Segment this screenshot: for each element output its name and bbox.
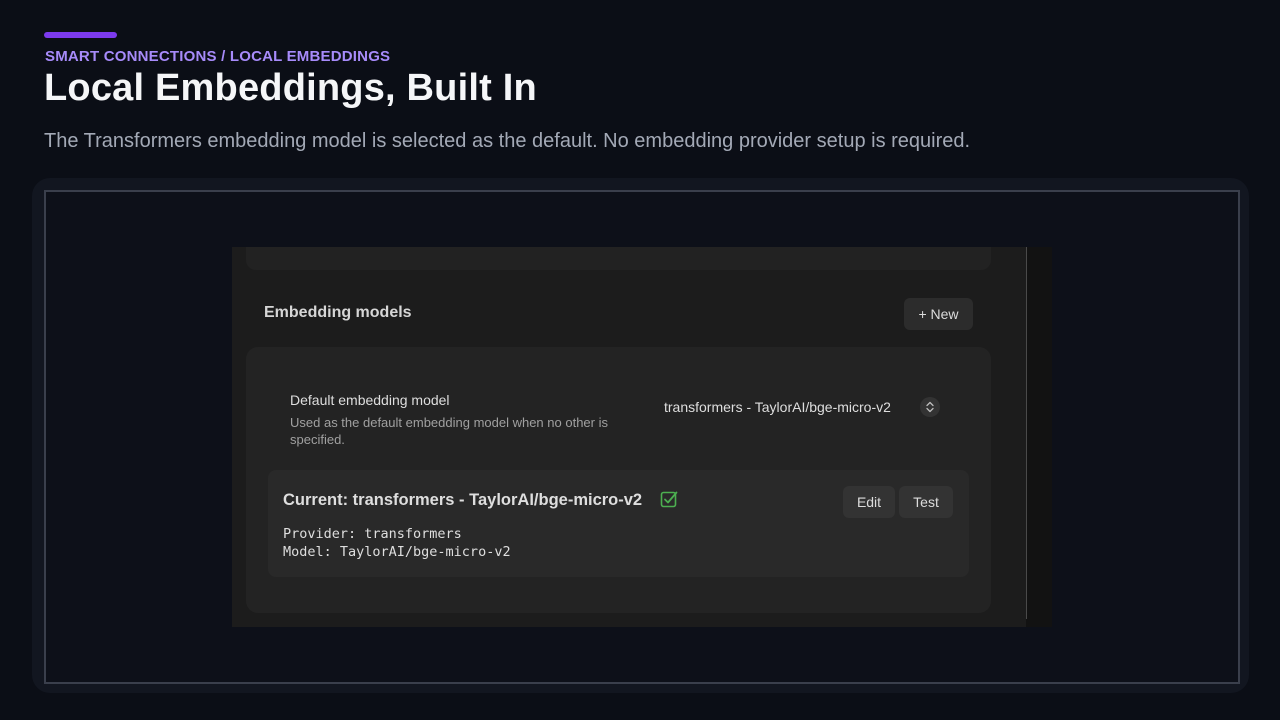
edit-button[interactable]: Edit [843, 486, 895, 518]
section-heading: Embedding models [264, 304, 412, 321]
breadcrumb: SMART CONNECTIONS / LOCAL EMBEDDINGS [45, 48, 391, 65]
model-line: Model: TaylorAI/bge-micro-v2 [283, 544, 511, 560]
current-model-title: Current: transformers - TaylorAI/bge-mic… [283, 491, 643, 509]
settings-panel: Embedding models + New Default embedding… [232, 247, 1052, 627]
embedding-models-card: Default embedding model Used as the defa… [246, 347, 991, 613]
default-model-select[interactable]: transformers - TaylorAI/bge-micro-v2 [664, 399, 891, 415]
default-model-description: Used as the default embedding model when… [290, 415, 608, 447]
chevrons-up-down-icon-svg [926, 401, 934, 413]
page-title: Local Embeddings, Built In [44, 67, 537, 109]
chevrons-up-down-icon[interactable] [920, 397, 940, 417]
default-model-label: Default embedding model [290, 392, 450, 408]
new-model-button[interactable]: + New [904, 298, 973, 330]
current-model-card: Current: transformers - TaylorAI/bge-mic… [268, 470, 969, 577]
accent-bar [44, 32, 117, 38]
scroll-area-edge [1026, 247, 1052, 627]
page-subtitle: The Transformers embedding model is sele… [44, 130, 971, 152]
test-button[interactable]: Test [899, 486, 953, 518]
check-square-icon [660, 491, 678, 508]
provider-line: Provider: transformers [283, 526, 462, 542]
panel-divider [1026, 247, 1027, 619]
previous-settings-card [246, 247, 991, 270]
